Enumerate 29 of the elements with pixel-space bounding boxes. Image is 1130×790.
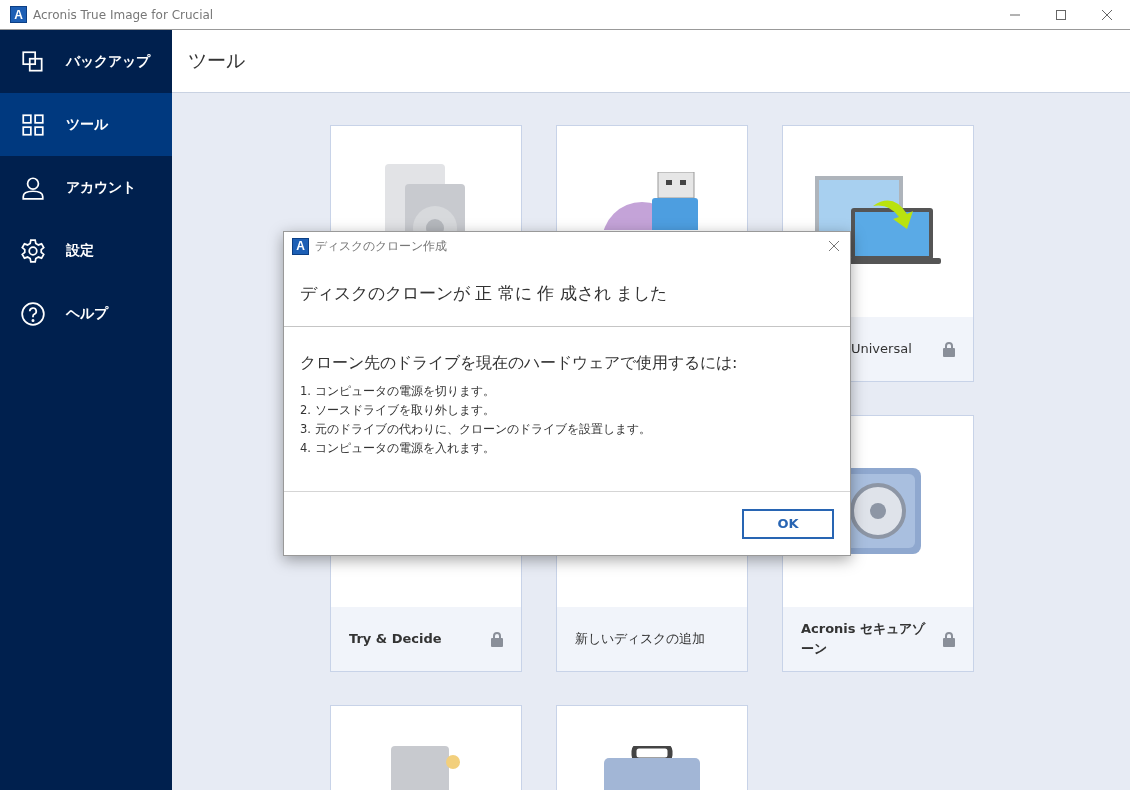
- dialog-title: ディスクのクローン作成: [315, 237, 448, 255]
- tile-label: Acronis セキュアゾーン: [801, 620, 927, 658]
- instruction-step: 1. コンピュータの電源を切ります。: [300, 382, 834, 401]
- sidebar-item[interactable]: ヘルプ: [0, 282, 172, 345]
- tile-label: Universal: [851, 340, 913, 358]
- sidebar-label: ヘルプ: [66, 304, 108, 323]
- sidebar-label: アカウント: [66, 178, 136, 197]
- app-logo: A: [10, 6, 27, 23]
- window-title: Acronis True Image for Crucial: [33, 7, 215, 22]
- sidebar-label: 設定: [66, 241, 94, 260]
- tile-label: Try & Decide: [349, 630, 443, 648]
- sidebar-item[interactable]: バックアップ: [0, 30, 172, 93]
- help-icon: [20, 300, 46, 327]
- close-icon[interactable]: [828, 240, 840, 252]
- sidebar-label: ツール: [66, 115, 108, 134]
- page-title: ツール: [188, 48, 245, 73]
- sidebar-item[interactable]: ツール: [0, 93, 172, 156]
- sidebar-item[interactable]: アカウント: [0, 156, 172, 219]
- copy-icon: [20, 48, 46, 75]
- grid-icon: [20, 111, 46, 138]
- ok-button[interactable]: OK: [742, 508, 834, 539]
- settings-icon: [20, 237, 46, 264]
- sidebar-label: バックアップ: [66, 52, 150, 71]
- sidebar-item[interactable]: 設定: [0, 219, 172, 282]
- dialog-heading: ディスクのクローンが 正 常に 作 成され ました: [300, 281, 668, 305]
- tile-label: 新しいディスクの追加: [575, 630, 706, 648]
- user-icon: [20, 174, 46, 201]
- dialog-subheading: クローン先のドライブを現在のハードウェアで使用するには:: [300, 353, 739, 374]
- dialog-logo: A: [292, 237, 309, 255]
